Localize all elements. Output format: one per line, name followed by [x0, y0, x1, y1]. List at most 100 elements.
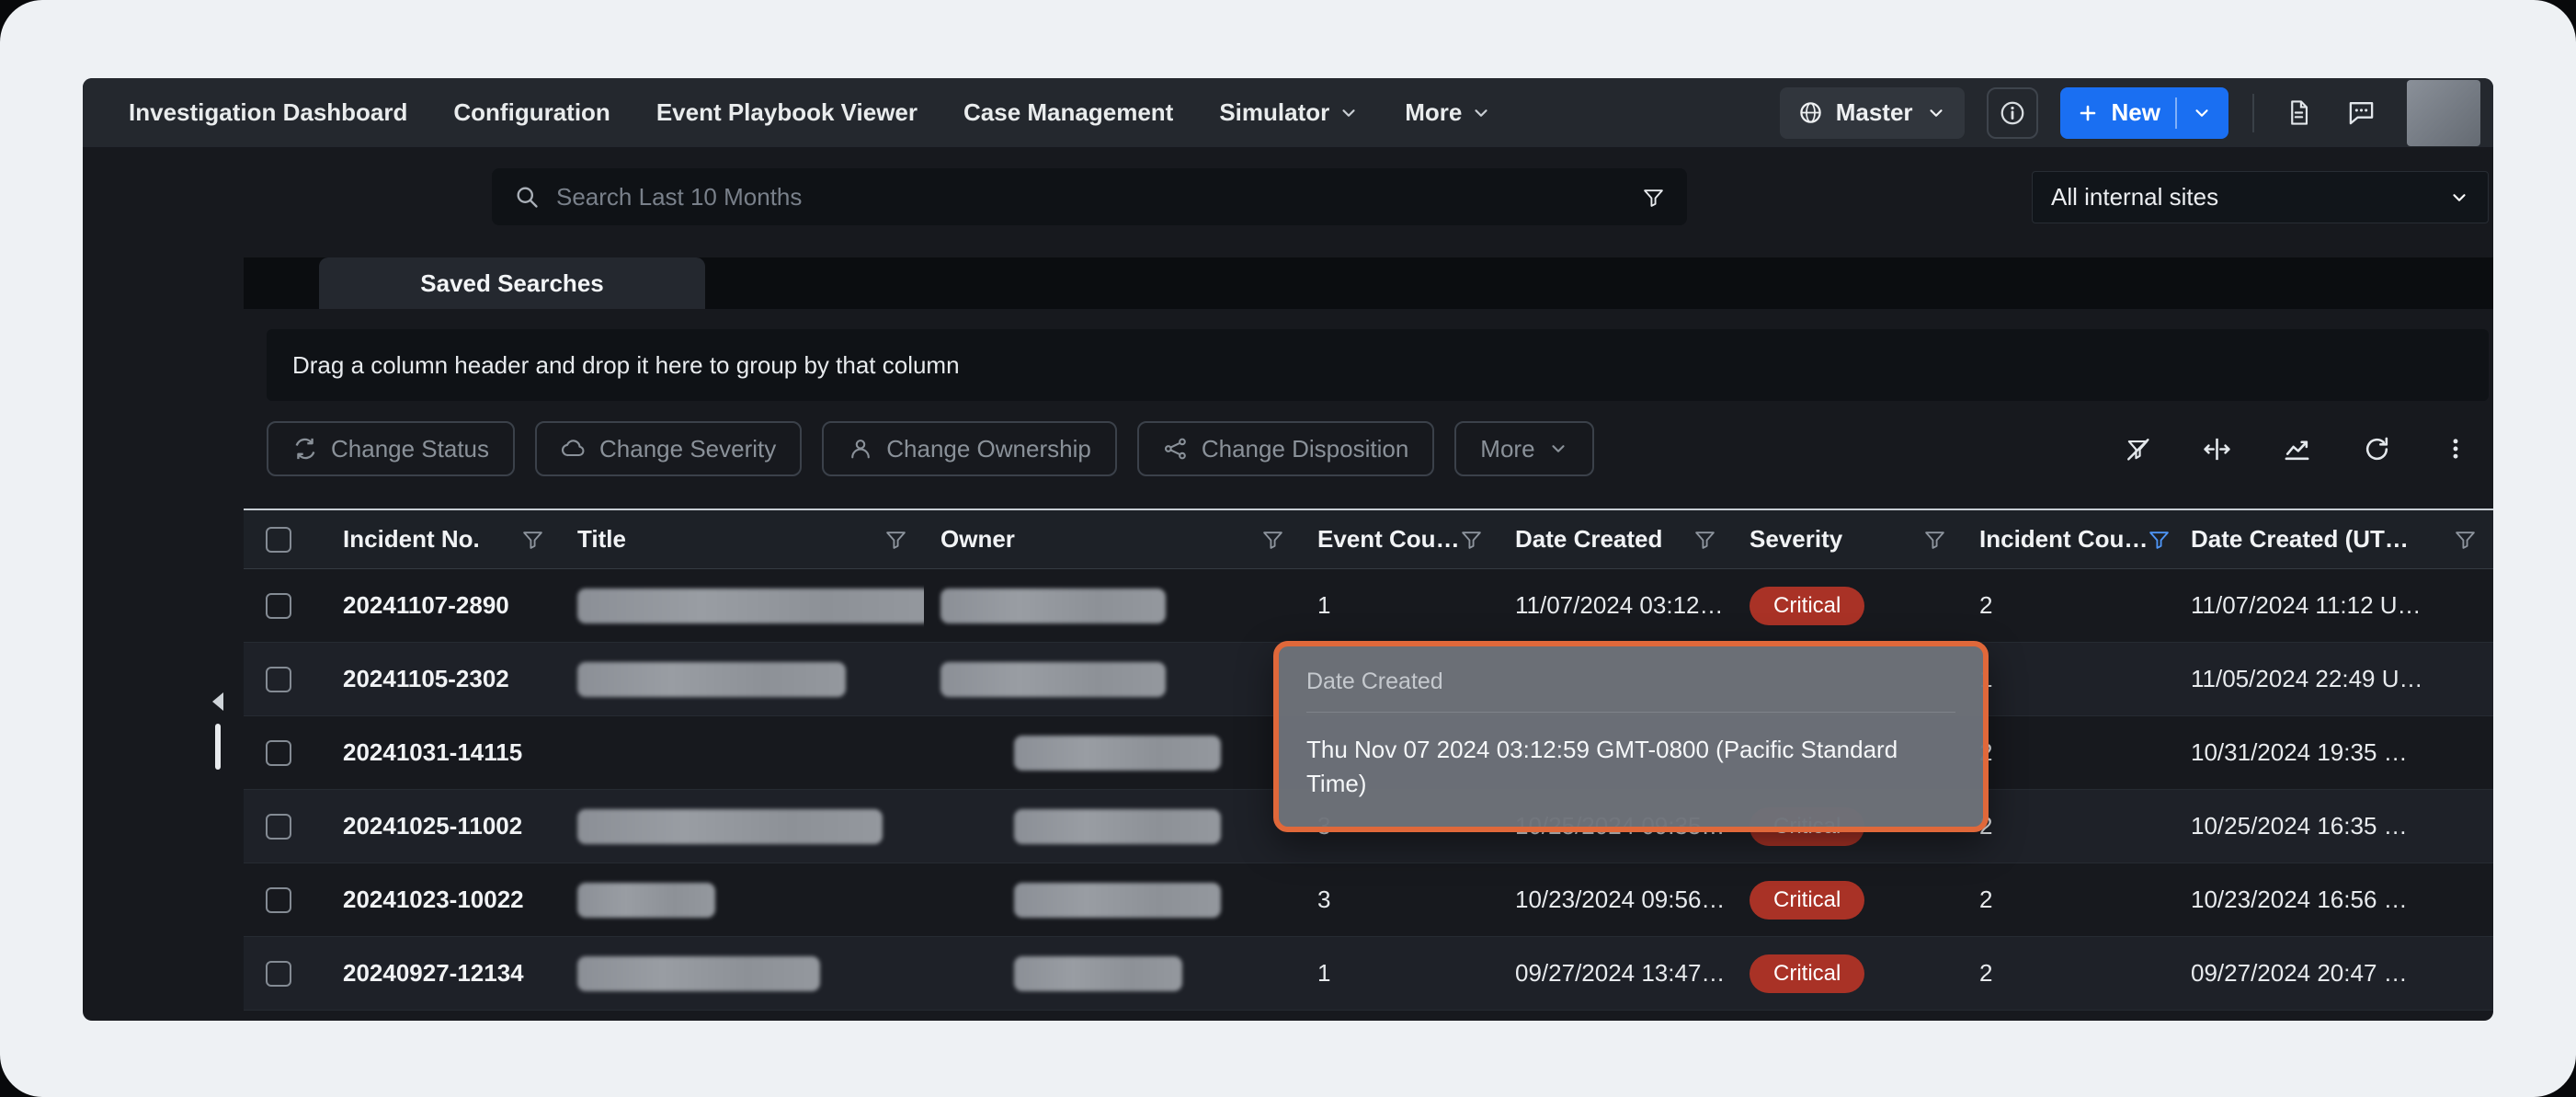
column-label: Severity — [1750, 525, 1842, 554]
date-created-cell: 11/07/2024 03:12… — [1499, 569, 1733, 642]
column-header-incident-no[interactable]: Incident No. — [326, 510, 561, 568]
row-checkbox[interactable] — [266, 887, 291, 913]
tab-bar: Saved Searches — [244, 257, 2493, 309]
search-bar[interactable] — [492, 168, 1687, 225]
owner-cell — [924, 569, 1301, 642]
change-severity-button[interactable]: Change Severity — [535, 421, 802, 476]
filter-icon[interactable] — [1923, 528, 1946, 551]
drag-bar — [215, 724, 221, 770]
incident-no-cell[interactable]: 20241107-2890 — [326, 569, 561, 642]
owner-cell — [924, 643, 1301, 715]
clear-filter-icon[interactable] — [2125, 436, 2151, 463]
table-row[interactable]: 20240927-12134109/27/2024 13:47…Critical… — [244, 937, 2493, 1011]
date-created-tooltip: Date Created Thu Nov 07 2024 03:12:59 GM… — [1273, 641, 1989, 832]
button-label: Change Status — [331, 435, 489, 463]
column-header-owner[interactable]: Owner — [924, 510, 1301, 568]
filter-icon[interactable] — [1693, 528, 1716, 551]
filter-icon[interactable] — [884, 528, 907, 551]
site-filter-select[interactable]: All internal sites — [2032, 171, 2489, 223]
new-label: New — [2112, 98, 2160, 127]
more-button[interactable]: More — [1454, 421, 1593, 476]
checkbox-cell — [244, 716, 326, 789]
date-created-utc-cell: 09/27/2024 20:47 … — [2174, 937, 2493, 1010]
change-ownership-button[interactable]: Change Ownership — [822, 421, 1117, 476]
checkbox-cell — [244, 863, 326, 936]
kebab-icon[interactable] — [2443, 436, 2468, 462]
filter-icon[interactable] — [2148, 528, 2171, 551]
column-header-date-created-ut[interactable]: Date Created (UT… — [2174, 510, 2493, 568]
fit-columns-icon[interactable] — [2203, 435, 2231, 463]
master-label: Master — [1836, 98, 1913, 127]
date-created-utc-cell: 10/25/2024 16:35 … — [2174, 790, 2493, 863]
site-filter-value: All internal sites — [2051, 183, 2218, 211]
master-version-button[interactable]: Master — [1780, 87, 1965, 139]
row-checkbox[interactable] — [266, 593, 291, 619]
redacted-text — [577, 662, 846, 697]
top-navigation-bar: Investigation Dashboard Configuration Even… — [83, 78, 2493, 147]
filter-icon[interactable] — [521, 528, 544, 551]
column-label: Date Created (UT… — [2191, 525, 2409, 554]
incident-no-cell[interactable]: 20241023-10022 — [326, 863, 561, 936]
table-row[interactable]: 20241023-10022310/23/2024 09:56…Critical… — [244, 863, 2493, 937]
filter-icon[interactable] — [1261, 528, 1284, 551]
incident-count-cell: 2 — [1963, 716, 2174, 789]
column-header-incident-cou[interactable]: Incident Cou… — [1963, 510, 2174, 568]
incident-no-cell[interactable]: 20240927-12134 — [326, 937, 561, 1010]
date-created-utc-cell: 11/05/2024 22:49 U… — [2174, 643, 2493, 715]
row-checkbox[interactable] — [266, 667, 291, 692]
incident-count-cell: 2 — [1963, 863, 2174, 936]
report-button[interactable] — [2278, 87, 2319, 139]
panel-collapse-handle[interactable] — [212, 692, 223, 770]
row-checkbox[interactable] — [266, 961, 291, 987]
severity-cell: Critical — [1733, 863, 1963, 936]
tab-saved-searches[interactable]: Saved Searches — [319, 257, 705, 309]
new-button[interactable]: New — [2060, 87, 2228, 139]
column-header-severity[interactable]: Severity — [1733, 510, 1963, 568]
column-header-event-cou[interactable]: Event Cou… — [1301, 510, 1499, 568]
chat-button[interactable] — [2341, 87, 2381, 139]
event-count-cell: 1 — [1301, 569, 1499, 642]
nav-label: More — [1405, 98, 1462, 127]
filter-icon[interactable] — [1460, 528, 1483, 551]
severity-cell: Critical — [1733, 569, 1963, 642]
nav-item-configuration[interactable]: Configuration — [453, 98, 610, 127]
nav-label: Case Management — [963, 98, 1173, 127]
table-row[interactable]: 20241107-2890111/07/2024 03:12…Critical2… — [244, 569, 2493, 643]
chat-icon — [2347, 98, 2376, 127]
column-header-title[interactable]: Title — [561, 510, 924, 568]
search-filter-icon[interactable] — [1642, 186, 1665, 209]
tooltip-text: Thu Nov 07 2024 03:12:59 GMT-0800 (Pacif… — [1306, 733, 1955, 801]
nav-item-investigation-dashboard[interactable]: Investigation Dashboard — [129, 98, 407, 127]
column-label: Date Created — [1515, 525, 1662, 554]
row-checkbox[interactable] — [266, 740, 291, 766]
user-avatar[interactable] — [2407, 80, 2480, 146]
info-button[interactable] — [1987, 87, 2038, 139]
incident-count-cell: 2 — [1963, 790, 2174, 863]
incident-no-cell[interactable]: 20241031-14115 — [326, 716, 561, 789]
event-count-cell: 3 — [1301, 863, 1499, 936]
change-disposition-button[interactable]: Change Disposition — [1137, 421, 1434, 476]
incident-no-cell[interactable]: 20241025-11002 — [326, 790, 561, 863]
group-by-dropzone[interactable]: Drag a column header and drop it here to… — [267, 329, 2489, 401]
document-icon — [2285, 99, 2312, 126]
nav-item-event-playbook-viewer[interactable]: Event Playbook Viewer — [656, 98, 918, 127]
redacted-text — [1014, 956, 1182, 991]
globe-icon — [1798, 100, 1823, 125]
change-status-button[interactable]: Change Status — [267, 421, 515, 476]
app-window: Investigation Dashboard Configuration Even… — [83, 78, 2493, 1021]
date-created-utc-cell: 10/23/2024 16:56 … — [2174, 863, 2493, 936]
column-header-date-created[interactable]: Date Created — [1499, 510, 1733, 568]
nav-item-more[interactable]: More — [1405, 98, 1491, 127]
filter-icon[interactable] — [2454, 528, 2477, 551]
nav-item-simulator[interactable]: Simulator — [1219, 98, 1359, 127]
nav-item-case-management[interactable]: Case Management — [963, 98, 1173, 127]
row-checkbox[interactable] — [266, 814, 291, 840]
checkbox-cell — [244, 643, 326, 715]
incident-no-cell[interactable]: 20241105-2302 — [326, 643, 561, 715]
chart-icon[interactable] — [2283, 435, 2311, 463]
select-all-checkbox[interactable] — [266, 527, 291, 553]
refresh-icon[interactable] — [2363, 435, 2391, 463]
redacted-text — [1014, 809, 1221, 844]
search-input[interactable] — [556, 183, 1625, 211]
date-created-cell: 09/27/2024 13:47… — [1499, 937, 1733, 1010]
